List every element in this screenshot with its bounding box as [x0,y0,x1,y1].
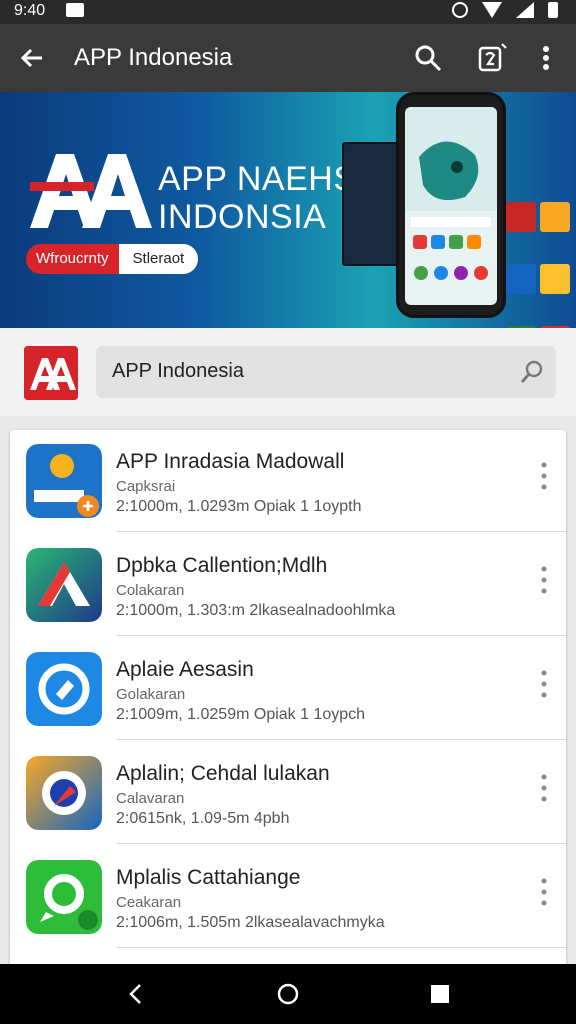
row-divider [116,739,566,740]
back-nav-icon[interactable] [124,982,148,1006]
back-arrow-icon[interactable] [16,42,48,74]
alarm-icon [452,2,468,18]
app-list: APP Inradasia Madowall Capksrai 2:1000m,… [10,430,566,970]
row-divider [116,635,566,636]
battery-icon [548,2,558,18]
share-icon[interactable] [474,42,510,74]
app-icon [26,652,102,726]
app-title: APP Inradasia Madowall [116,450,345,473]
search-icon[interactable] [518,358,546,386]
page-title: APP Indonesia [74,44,233,71]
search-input-value: APP Indonesia [112,360,244,382]
more-options-icon[interactable] [538,772,550,804]
wifi-icon [482,2,502,18]
phone-screen [405,107,497,305]
row-divider [116,843,566,844]
more-options-icon[interactable] [538,564,550,596]
more-options-icon[interactable] [534,42,558,74]
search-input[interactable]: APP Indonesia [96,346,556,398]
more-options-icon[interactable] [538,876,550,908]
app-subtitle: Capksrai [116,478,176,495]
row-divider [116,531,566,532]
promo-banner[interactable]: APP NAEHSIA INDONSIA Wfroucrnty Stleraot [0,92,576,328]
more-options-icon[interactable] [538,668,550,700]
status-bar: 9:40 [0,0,576,24]
row-divider [116,947,566,948]
banner-pill-red[interactable]: Wfroucrnty [26,244,119,274]
search-icon[interactable] [412,42,444,74]
app-tile [506,264,536,294]
app-icon [26,444,102,518]
app-icon [26,860,102,934]
app-icon [26,548,102,622]
list-item[interactable]: Dpbka Callention;Mdlh Colakaran 2:1000m,… [10,534,566,636]
navigation-bar [0,964,576,1024]
app-tile [540,202,570,232]
app-title: Dpbka Callention;Mdlh [116,554,328,577]
phone-illustration [396,92,506,318]
status-icons [452,2,558,18]
app-meta: 2:1009m, 1.0259m Opiak 1 1oypch [116,706,366,723]
app-title: Aplaie Aesasin [116,658,254,681]
app-meta: 2:1000m, 1.0293m Opiak 1 1oypth [116,498,362,515]
app-title: Aplalin; Cehdal lulakan [116,762,330,785]
app-meta: 2:0615nk, 1.09-5m 4pbh [116,810,290,827]
app-title: Mplalis Cattahiange [116,866,301,889]
app-subtitle: Ceakaran [116,894,182,911]
app-tile [506,202,536,232]
list-item[interactable]: APP Inradasia Madowall Capksrai 2:1000m,… [10,430,566,532]
phone-screen-art [405,107,497,280]
brand-logo [30,154,152,228]
status-time: 9:40 [14,2,46,19]
tv-tile [342,142,402,266]
app-subtitle: Golakaran [116,686,186,703]
app-tile [540,264,570,294]
signal-icon [516,2,534,18]
app-logo-icon[interactable] [24,346,78,400]
list-item[interactable]: Aplalin; Cehdal lulakan Calavaran 2:0615… [10,742,566,844]
list-item[interactable]: Mplalis Cattahiange Ceakaran 2:1006m, 1.… [10,846,566,948]
more-options-icon[interactable] [538,460,550,492]
app-meta: 2:1000m, 1.303:m 2lkasealnadoohlmka [116,602,396,619]
list-item[interactable]: Aplaie Aesasin Golakaran 2:1009m, 1.0259… [10,638,566,740]
recents-nav-icon[interactable] [430,984,450,1004]
home-nav-icon[interactable] [276,982,300,1006]
app-bar: APP Indonesia [0,24,576,92]
app-subtitle: Calavaran [116,790,185,807]
banner-pills: Wfroucrnty Stleraot [26,244,199,274]
banner-pill-white[interactable]: Stleraot [118,244,199,274]
app-meta: 2:1006m, 1.505m 2lkasealavachmyka [116,914,385,931]
search-row: APP Indonesia [0,328,576,416]
app-icon [26,756,102,830]
notification-icon [66,3,84,17]
app-subtitle: Colakaran [116,582,185,599]
